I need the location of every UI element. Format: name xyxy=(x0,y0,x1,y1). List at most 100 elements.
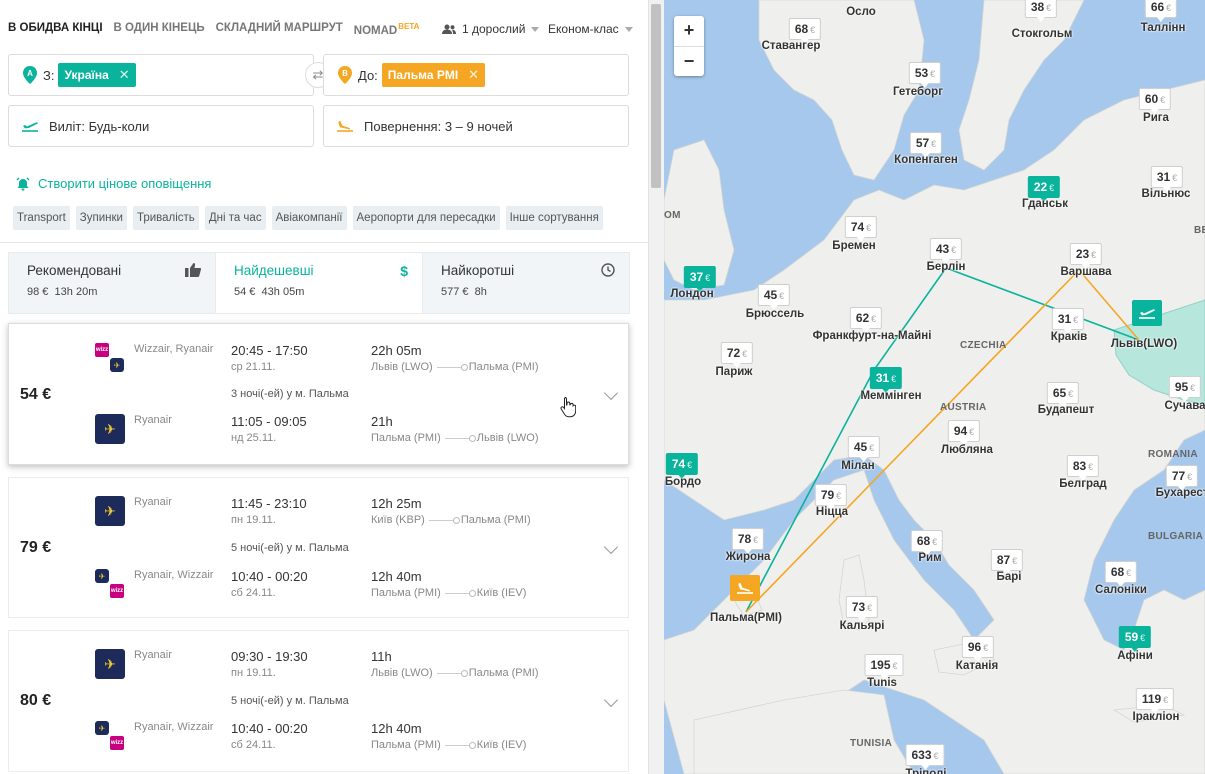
city-label: Ставангер xyxy=(761,40,821,52)
price-marker[interactable]: 119 € xyxy=(1135,688,1175,714)
filter-other-sort[interactable]: Інше сортування xyxy=(505,206,603,230)
currency-symbol: € xyxy=(1091,250,1097,260)
price-marker-value: 31 xyxy=(1057,312,1072,326)
tab-round-trip[interactable]: В обидва кінці xyxy=(8,22,103,37)
filter-stops[interactable]: Зупинки xyxy=(75,206,127,230)
currency-symbol: € xyxy=(983,643,989,653)
price-marker-value: 78 xyxy=(737,532,752,546)
price-marker[interactable]: 31 € xyxy=(1051,308,1085,334)
price-marker[interactable]: 96 € xyxy=(961,636,995,662)
price-marker[interactable]: 74 € xyxy=(844,216,878,242)
return-field[interactable]: Повернення: 3 – 9 ночей xyxy=(323,105,629,147)
price-marker[interactable]: 62 € xyxy=(849,307,883,333)
origin-airport-marker[interactable] xyxy=(1132,300,1162,326)
filter-duration[interactable]: Тривалість xyxy=(132,206,199,230)
ryanair-logo: ✈ xyxy=(95,569,109,583)
filter-transport[interactable]: Transport xyxy=(13,206,70,230)
pin-a-icon: A xyxy=(23,66,37,84)
map[interactable]: + − CZECHIA AUSTRIA ROMANIA BULGARIA TUN… xyxy=(664,0,1205,774)
city-label: Афіни xyxy=(1117,650,1153,662)
price-marker[interactable]: 53 € xyxy=(908,62,942,88)
currency-symbol: € xyxy=(1190,383,1196,393)
price-marker[interactable]: 31 € xyxy=(869,367,903,393)
sort-fastest[interactable]: Найкоротші 577 € 8h xyxy=(423,253,629,313)
price-marker[interactable]: 78 € xyxy=(731,528,765,554)
price-marker[interactable]: 87 € xyxy=(990,549,1024,575)
alarm-icon xyxy=(16,177,30,190)
close-icon[interactable]: ✕ xyxy=(119,67,130,83)
currency-symbol: € xyxy=(1073,315,1079,325)
city-label: Любляна xyxy=(941,444,993,456)
filter-layover-airports[interactable]: Аеропорти для пересадки xyxy=(352,206,500,230)
price-marker[interactable]: 23 € xyxy=(1069,243,1103,269)
city-label: Осло xyxy=(846,6,876,18)
currency-symbol: € xyxy=(931,139,937,149)
price-marker[interactable]: 37 € xyxy=(683,266,717,292)
destination-field[interactable]: B До: Пальма PMI ✕ xyxy=(323,54,629,96)
svg-text:B: B xyxy=(342,69,348,78)
country-label: CZECHIA xyxy=(960,340,1007,351)
sort-cheapest[interactable]: Найдешевші 54 € 43h 05m $ xyxy=(215,253,423,313)
sort-summary: 98 € 13h 20m xyxy=(27,286,98,298)
scrollbar-thumb[interactable] xyxy=(651,4,661,188)
origin-chip[interactable]: Україна ✕ xyxy=(58,63,136,87)
departure-field[interactable]: Виліт: Будь-коли xyxy=(8,105,314,147)
price-marker-value: 31 xyxy=(1156,170,1171,184)
price-marker[interactable]: 633 € xyxy=(905,744,945,770)
price-marker[interactable]: 77 € xyxy=(1165,465,1199,491)
destination-chip[interactable]: Пальма PMI ✕ xyxy=(381,63,486,87)
price-marker[interactable]: 68 € xyxy=(910,530,944,556)
price-marker[interactable]: 195 € xyxy=(864,654,904,680)
cabin-select[interactable]: Економ-клас xyxy=(548,22,633,36)
zoom-out-button[interactable]: − xyxy=(674,47,704,77)
tab-one-way[interactable]: В один кінець xyxy=(114,22,205,37)
currency-symbol: € xyxy=(1187,472,1193,482)
price-marker[interactable]: 38 € xyxy=(1024,0,1058,22)
price-marker[interactable]: 65 € xyxy=(1046,382,1080,408)
price-marker[interactable]: 74 € xyxy=(665,453,699,479)
price-alert-link[interactable]: Створити цінове оповіщення xyxy=(16,176,211,191)
price-marker[interactable]: 94 € xyxy=(947,420,981,446)
price-marker[interactable]: 57 € xyxy=(909,132,943,158)
result-card[interactable]: 79 € ✈ Ryanair 11:45 - 23:10 пн 19.11. 1… xyxy=(8,477,629,618)
passengers-select[interactable]: 1 дорослий xyxy=(442,22,540,36)
price-marker[interactable]: 68 € xyxy=(1104,561,1138,587)
tab-nomad[interactable]: NomadBETA xyxy=(354,22,420,37)
price-marker[interactable]: 60 € xyxy=(1138,88,1172,114)
result-card[interactable]: 80 € ✈ Ryanair 09:30 - 19:30 пн 19.11. 1… xyxy=(8,630,629,772)
price-marker-value: 22 xyxy=(1033,180,1048,194)
result-card[interactable]: 54 € wizz ✈ Wizzair, Ryanair 20:45 - 17:… xyxy=(8,323,629,465)
price-marker[interactable]: 73 € xyxy=(845,596,879,622)
price-marker[interactable]: 95 € xyxy=(1168,376,1202,402)
return-label: Повернення: xyxy=(364,118,442,134)
currency-symbol: € xyxy=(810,25,816,35)
currency-symbol: € xyxy=(779,291,785,301)
sort-recommended[interactable]: Рекомендовані 98 € 13h 20m xyxy=(9,253,215,313)
flight-date: нд 25.11. xyxy=(231,432,277,444)
price-marker[interactable]: 72 € xyxy=(720,342,754,368)
price-marker[interactable]: 43 € xyxy=(929,238,963,264)
origin-field[interactable]: A З: Україна ✕ xyxy=(8,54,314,96)
price-marker[interactable]: 31 € xyxy=(1150,166,1184,192)
price-marker[interactable]: 45 € xyxy=(757,284,791,310)
filter-days-time[interactable]: Дні та час xyxy=(204,206,266,230)
price-marker[interactable]: 59 € xyxy=(1118,626,1152,652)
price-marker-value: 45 xyxy=(763,288,778,302)
city-label: Ніцца xyxy=(815,506,849,518)
filter-airlines[interactable]: Авіакомпанії xyxy=(271,206,347,230)
price-marker[interactable]: 83 € xyxy=(1066,455,1100,481)
price-marker[interactable]: 68 € xyxy=(788,18,822,44)
price-marker[interactable]: 79 € xyxy=(814,484,848,510)
destination-airport-marker[interactable] xyxy=(730,575,760,601)
airline-name: Ryanair, Wizzair xyxy=(134,569,214,581)
price-marker[interactable]: 45 € xyxy=(847,436,881,462)
city-label: Тріполі xyxy=(905,768,947,774)
close-icon[interactable]: ✕ xyxy=(468,67,479,83)
zoom-in-button[interactable]: + xyxy=(674,16,704,47)
flight-times: 10:40 - 00:20 xyxy=(231,721,308,736)
price-marker[interactable]: 66 € xyxy=(1144,0,1178,22)
outbound-segment: wizz ✈ Wizzair, Ryanair 20:45 - 17:50 ср… xyxy=(95,343,615,399)
price-marker[interactable]: 22 € xyxy=(1027,176,1061,202)
price-marker-value: 77 xyxy=(1171,469,1186,483)
tab-multi-city[interactable]: Складний маршрут xyxy=(216,22,343,37)
